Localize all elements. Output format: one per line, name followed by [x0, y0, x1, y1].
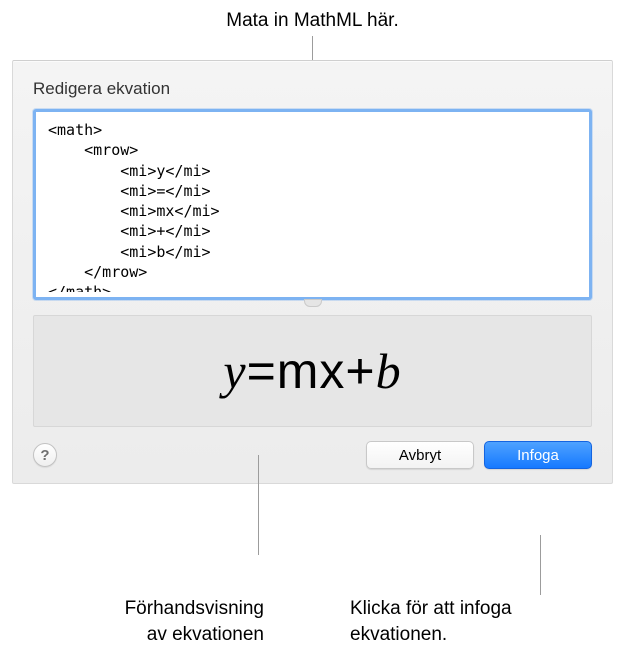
callout-preview-line1: Förhandsvisning: [125, 598, 264, 619]
callout-insert-text: Klicka för att infoga ekvationen.: [350, 596, 580, 647]
insert-button[interactable]: Infoga: [484, 441, 592, 469]
eq-token-y: y: [223, 343, 246, 399]
editor-focus-ring: [33, 109, 592, 300]
equation-preview-area: y=mx+b: [33, 315, 592, 427]
callout-preview-line2: av ekvationen: [147, 624, 264, 645]
callout-preview-text: Förhandsvisning av ekvationen: [64, 596, 264, 647]
help-button[interactable]: ?: [33, 443, 57, 467]
callout-top-text: Mata in MathML här.: [0, 0, 625, 32]
equation-preview: y=mx+b: [223, 342, 401, 400]
equation-editor-dialog: Redigera ekvation y=mx+b ? Avbryt Infoga: [12, 60, 613, 484]
eq-token-mx: mx: [277, 343, 346, 399]
eq-token-eq: =: [247, 343, 277, 399]
dialog-button-row: ? Avbryt Infoga: [33, 441, 592, 469]
mathml-editor[interactable]: [36, 112, 589, 292]
eq-token-b: b: [376, 343, 402, 399]
callout-line-preview: [258, 455, 259, 555]
cancel-button[interactable]: Avbryt: [366, 441, 474, 469]
callout-insert-line2: ekvationen.: [350, 624, 447, 645]
editor-resize-grip[interactable]: [304, 299, 322, 307]
dialog-title: Redigera ekvation: [33, 79, 592, 99]
callout-line-insert: [540, 535, 541, 595]
eq-token-plus: +: [345, 343, 375, 399]
callout-insert-line1: Klicka för att infoga: [350, 598, 512, 619]
